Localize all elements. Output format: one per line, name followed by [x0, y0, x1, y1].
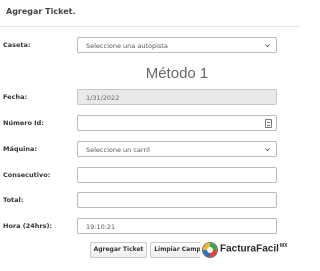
- hora-value: 19:10:21: [86, 223, 116, 231]
- limpiar-campos-button[interactable]: Limpiar Camp: [150, 242, 205, 258]
- logo-name: FacturaFacil: [220, 243, 279, 255]
- total-input[interactable]: [77, 192, 277, 208]
- chevron-down-icon: [265, 148, 270, 152]
- chevron-down-icon: [265, 44, 270, 48]
- page-title: Agregar Ticket.: [6, 7, 76, 16]
- facturafacil-logo: FacturaFacilMX: [200, 240, 300, 260]
- factura-logo-icon: [202, 242, 218, 258]
- maquina-select[interactable]: Seleccione un carril: [77, 141, 277, 157]
- logo-text: FacturaFacilMX: [220, 243, 287, 254]
- hora-label: Hora (24hrs):: [3, 222, 53, 230]
- page-header: Agregar Ticket.: [0, 0, 300, 27]
- total-label: Total:: [3, 196, 24, 204]
- spinner-icon[interactable]: [265, 119, 272, 128]
- logo-suffix: MX: [279, 243, 288, 249]
- maquina-select-value: Seleccione un carril: [86, 146, 150, 154]
- numero-id-input[interactable]: [77, 115, 277, 131]
- caseta-select-value: Seleccione una autopista: [86, 42, 168, 50]
- maquina-label: Máquina:: [3, 145, 37, 153]
- consecutivo-label: Consecutivo:: [3, 171, 51, 179]
- method-title: Método 1: [145, 65, 209, 82]
- numero-id-label: Número Id:: [3, 119, 44, 127]
- consecutivo-input[interactable]: [77, 167, 277, 183]
- fecha-field: 1/31/2022: [77, 89, 277, 105]
- caseta-select[interactable]: Seleccione una autopista: [77, 37, 277, 53]
- hora-input[interactable]: 19:10:21: [77, 218, 277, 234]
- fecha-value: 1/31/2022: [86, 94, 120, 102]
- fecha-label: Fecha:: [3, 93, 28, 101]
- agregar-ticket-button[interactable]: Agregar Ticket: [90, 242, 147, 258]
- caseta-label: Caseta:: [3, 41, 31, 49]
